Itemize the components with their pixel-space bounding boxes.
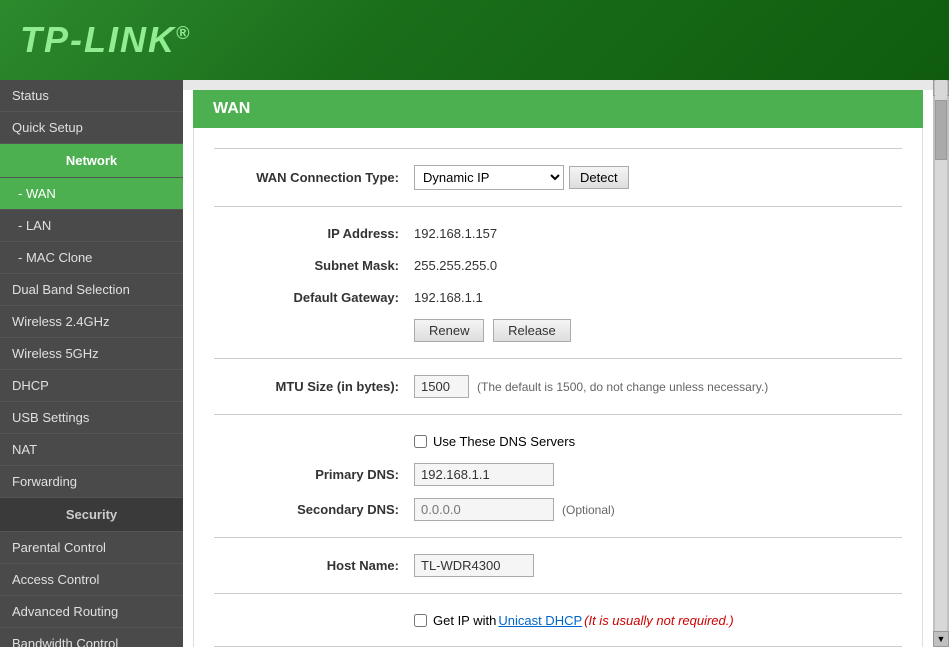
- renew-release-row: Renew Release: [214, 313, 902, 348]
- mtu-input[interactable]: [414, 375, 469, 398]
- sidebar-item-wireless-24[interactable]: Wireless 2.4GHz: [0, 306, 183, 338]
- divider-3: [214, 414, 902, 415]
- renew-release-buttons: Renew Release: [414, 319, 576, 342]
- primary-dns-label: Primary DNS:: [214, 467, 414, 482]
- secondary-dns-optional: (Optional): [562, 503, 615, 517]
- sidebar-item-dhcp[interactable]: DHCP: [0, 370, 183, 402]
- logo-symbol: ®: [176, 23, 191, 43]
- divider-4: [214, 537, 902, 538]
- sidebar-item-advanced-routing[interactable]: Advanced Routing: [0, 596, 183, 628]
- host-name-input[interactable]: [414, 554, 534, 577]
- sidebar-item-dual-band[interactable]: Dual Band Selection: [0, 274, 183, 306]
- unicast-label-post: (It is usually not required.): [584, 613, 734, 628]
- divider-2: [214, 358, 902, 359]
- secondary-dns-row: Secondary DNS: (Optional): [214, 492, 902, 527]
- page-title: WAN: [193, 90, 923, 128]
- sidebar-item-lan[interactable]: - LAN: [0, 210, 183, 242]
- sidebar-item-wan[interactable]: - WAN: [0, 178, 183, 210]
- logo-text: TP-LINK: [20, 19, 176, 60]
- default-gateway-row: Default Gateway: 192.168.1.1: [214, 281, 902, 313]
- renew-button[interactable]: Renew: [414, 319, 484, 342]
- wan-connection-type-row: WAN Connection Type: Dynamic IP Static I…: [214, 159, 902, 196]
- secondary-dns-field: (Optional): [414, 498, 615, 521]
- ip-address-value: 192.168.1.157: [414, 226, 497, 241]
- scrollbar-track: [935, 80, 947, 647]
- sidebar-item-usb-settings[interactable]: USB Settings: [0, 402, 183, 434]
- use-dns-row: Use These DNS Servers: [214, 425, 902, 457]
- scrollbar-arrow-down[interactable]: ▼: [933, 631, 949, 647]
- mtu-row: MTU Size (in bytes): (The default is 150…: [214, 369, 902, 404]
- wan-connection-type-label: WAN Connection Type:: [214, 170, 414, 185]
- sidebar-item-quick-setup[interactable]: Quick Setup: [0, 112, 183, 144]
- unicast-label-link[interactable]: Unicast DHCP: [498, 613, 582, 628]
- use-dns-label: Use These DNS Servers: [433, 434, 575, 449]
- subnet-mask-value: 255.255.255.0: [414, 258, 497, 273]
- subnet-mask-label: Subnet Mask:: [214, 258, 414, 273]
- sidebar-item-bandwidth-control[interactable]: Bandwidth Control: [0, 628, 183, 647]
- sidebar-item-mac-clone[interactable]: - MAC Clone: [0, 242, 183, 274]
- ip-address-label: IP Address:: [214, 226, 414, 241]
- use-dns-field: Use These DNS Servers: [414, 434, 575, 449]
- sidebar-item-parental-control[interactable]: Parental Control: [0, 532, 183, 564]
- divider-top: [214, 148, 902, 149]
- main-layout: Status Quick Setup Network - WAN - LAN -…: [0, 80, 949, 647]
- mtu-field: (The default is 1500, do not change unle…: [414, 375, 768, 398]
- detect-button[interactable]: Detect: [569, 166, 629, 189]
- unicast-checkbox[interactable]: [414, 614, 427, 627]
- content-inner: WAN WAN Connection Type: Dynamic IP Stat…: [183, 90, 933, 647]
- sidebar-item-wireless-5[interactable]: Wireless 5GHz: [0, 338, 183, 370]
- unicast-row: Get IP with Unicast DHCP (It is usually …: [214, 604, 902, 636]
- host-name-label: Host Name:: [214, 558, 414, 573]
- use-dns-checkbox[interactable]: [414, 435, 427, 448]
- logo: TP-LINK®: [20, 19, 191, 61]
- default-gateway-value: 192.168.1.1: [414, 290, 483, 305]
- divider-5: [214, 593, 902, 594]
- mtu-hint: (The default is 1500, do not change unle…: [477, 380, 768, 394]
- host-name-row: Host Name:: [214, 548, 902, 583]
- subnet-mask-row: Subnet Mask: 255.255.255.0: [214, 249, 902, 281]
- primary-dns-input[interactable]: [414, 463, 554, 486]
- release-button[interactable]: Release: [493, 319, 571, 342]
- ip-address-row: IP Address: 192.168.1.157: [214, 217, 902, 249]
- header: TP-LINK®: [0, 0, 949, 80]
- primary-dns-row: Primary DNS:: [214, 457, 902, 492]
- sidebar: Status Quick Setup Network - WAN - LAN -…: [0, 80, 183, 647]
- unicast-label-pre: Get IP with: [433, 613, 496, 628]
- sidebar-item-nat[interactable]: NAT: [0, 434, 183, 466]
- sidebar-section-network: Network: [0, 144, 183, 178]
- mtu-label: MTU Size (in bytes):: [214, 379, 414, 394]
- sidebar-item-access-control[interactable]: Access Control: [0, 564, 183, 596]
- content-body: WAN Connection Type: Dynamic IP Static I…: [193, 128, 923, 647]
- scrollbar: ▲ ▼: [933, 80, 949, 647]
- sidebar-item-status[interactable]: Status: [0, 80, 183, 112]
- sidebar-section-security: Security: [0, 498, 183, 532]
- scrollbar-thumb[interactable]: [935, 100, 947, 160]
- divider-1: [214, 206, 902, 207]
- secondary-dns-label: Secondary DNS:: [214, 502, 414, 517]
- wan-connection-type-select[interactable]: Dynamic IP Static IP PPPoE L2TP PPTP Big…: [414, 165, 564, 190]
- unicast-field: Get IP with Unicast DHCP (It is usually …: [414, 613, 734, 628]
- default-gateway-label: Default Gateway:: [214, 290, 414, 305]
- sidebar-item-forwarding[interactable]: Forwarding: [0, 466, 183, 498]
- secondary-dns-input[interactable]: [414, 498, 554, 521]
- content-area: WAN WAN Connection Type: Dynamic IP Stat…: [183, 80, 933, 647]
- wan-connection-type-field: Dynamic IP Static IP PPPoE L2TP PPTP Big…: [414, 165, 629, 190]
